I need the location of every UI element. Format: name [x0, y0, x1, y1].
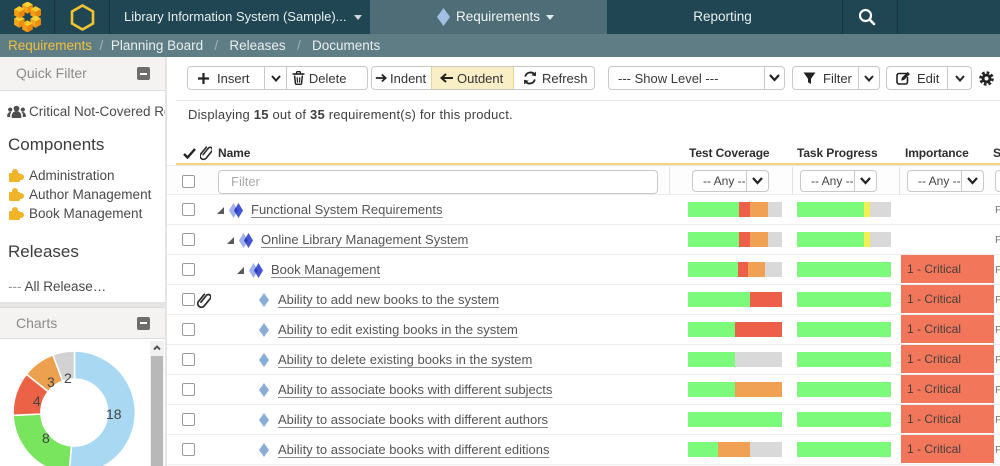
svg-text:3: 3 [47, 374, 55, 390]
svg-text:18: 18 [106, 406, 122, 422]
svg-text:4: 4 [33, 393, 41, 409]
svg-text:8: 8 [42, 430, 50, 446]
svg-text:2: 2 [64, 370, 72, 386]
